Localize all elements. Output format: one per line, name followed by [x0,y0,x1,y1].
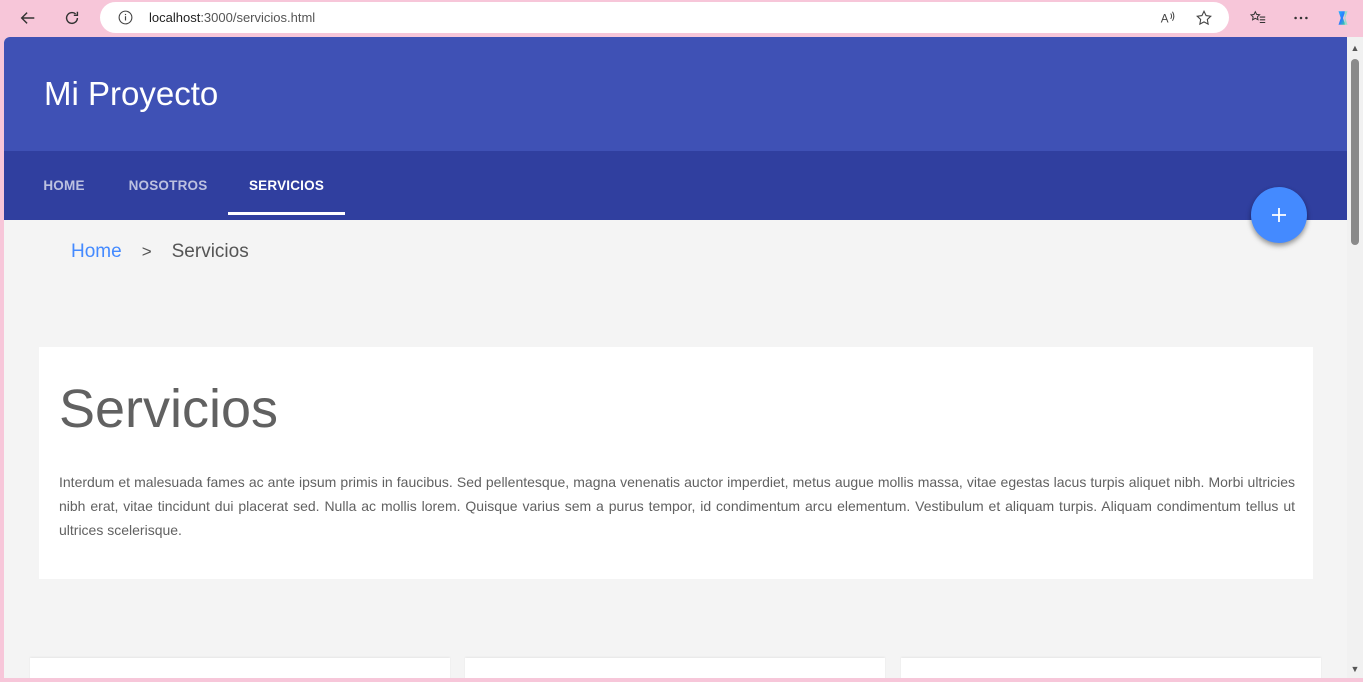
back-button[interactable] [14,4,42,32]
scroll-down-arrow-icon[interactable]: ▼ [1350,664,1360,674]
address-bar[interactable]: localhost:3000/servicios.html A [100,2,1229,33]
url-host: localhost [149,10,201,25]
page-viewport: Mi Proyecto HOME NOSOTROS SERVICIOS Home… [4,37,1347,678]
site-header: Mi Proyecto [4,37,1347,151]
refresh-icon [65,11,79,25]
nav-bar: HOME NOSOTROS SERVICIOS [4,151,1347,220]
service-card [901,658,1321,678]
favorites-button[interactable] [1244,4,1272,32]
page-heading: Servicios [59,379,279,439]
tab-nosotros[interactable]: NOSOTROS [108,151,228,220]
site-title: Mi Proyecto [44,75,219,112]
tab-servicios-label: SERVICIOS [248,178,325,193]
scroll-thumb[interactable] [1351,59,1359,245]
url-text[interactable]: localhost:3000/servicios.html [149,10,315,25]
vertical-scrollbar[interactable]: ▲ ▼ [1347,37,1363,678]
favorite-star-icon[interactable] [1193,7,1215,29]
tab-servicios[interactable]: SERVICIOS [228,151,345,220]
breadcrumb-home-link[interactable]: Home [71,241,122,263]
back-icon [20,12,35,24]
favorites-list-icon [1249,10,1266,24]
more-button[interactable] [1287,4,1315,32]
url-path: :3000/servicios.html [200,10,316,25]
more-icon [1294,16,1308,20]
tab-nosotros-label: NOSOTROS [128,178,208,193]
breadcrumb-current: Servicios [171,241,249,262]
browser-toolbar: localhost:3000/servicios.html A [0,0,1363,36]
service-card [30,658,450,678]
content-paragraph: Interdum et malesuada fames ac ante ipsu… [59,474,1295,538]
scroll-up-arrow-icon[interactable]: ▲ [1350,43,1360,53]
breadcrumb: Home > Servicios [71,240,249,264]
service-card [465,658,885,678]
content-card: Servicios Interdum et malesuada fames ac… [39,347,1313,579]
read-aloud-icon[interactable]: A [1157,7,1179,29]
breadcrumb-separator: > [141,242,152,261]
tab-home[interactable]: HOME [20,151,108,220]
svg-text:A: A [1161,13,1169,26]
copilot-button[interactable] [1329,4,1357,32]
plus-icon [1272,208,1286,222]
info-icon[interactable] [115,8,135,28]
refresh-button[interactable] [58,4,86,32]
active-tab-indicator [228,212,345,215]
add-fab-button[interactable] [1251,187,1307,243]
copilot-icon [1338,11,1348,25]
tab-home-label: HOME [43,178,85,193]
